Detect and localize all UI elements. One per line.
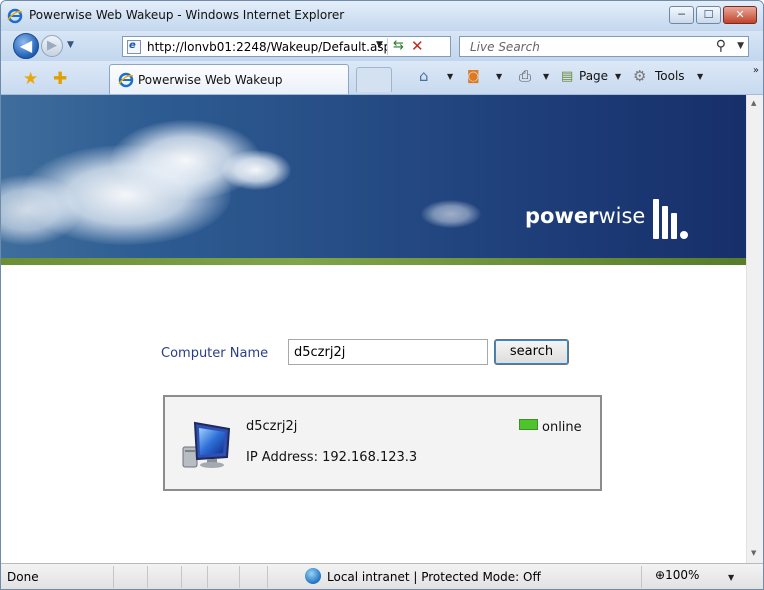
maximize-button[interactable]: ☐ bbox=[696, 6, 721, 24]
feeds-dropdown-icon[interactable]: ▼ bbox=[496, 72, 502, 81]
search-input[interactable]: Live Search bbox=[470, 40, 540, 54]
tab-title: Powerwise Web Wakeup bbox=[138, 73, 283, 87]
address-separator bbox=[387, 38, 388, 55]
result-ip-address: IP Address: 192.168.123.3 bbox=[246, 450, 418, 465]
powerwise-logo: powerwise bbox=[525, 204, 645, 228]
stop-icon[interactable]: ✕ bbox=[411, 37, 424, 55]
page-menu-icon: ▤ bbox=[561, 69, 574, 84]
computer-result-card: d5czrj2j IP Address: 192.168.123.3 onlin… bbox=[163, 395, 602, 491]
tools-menu[interactable]: Tools bbox=[655, 69, 685, 83]
forward-button[interactable]: ▶ bbox=[41, 35, 63, 57]
logo-text-rest: wise bbox=[598, 204, 646, 228]
browser-window: Powerwise Web Wakeup - Windows Internet … bbox=[0, 0, 764, 590]
search-options-dropdown-icon[interactable]: ▼ bbox=[737, 41, 744, 51]
tab-ie-icon bbox=[118, 72, 134, 88]
vertical-scrollbar[interactable]: ▲ ▼ bbox=[746, 95, 763, 563]
banner-grass-strip bbox=[1, 258, 746, 265]
scroll-down-icon[interactable]: ▼ bbox=[751, 549, 756, 557]
cloud-shape bbox=[421, 200, 481, 228]
computer-name-label: Computer Name bbox=[161, 346, 269, 361]
status-separator bbox=[147, 566, 148, 588]
home-icon[interactable]: ⌂ bbox=[419, 67, 429, 85]
computer-icon bbox=[182, 421, 231, 468]
favorites-center-icon[interactable]: ★ bbox=[23, 69, 38, 89]
address-dropdown-icon[interactable]: ▼ bbox=[376, 40, 383, 50]
address-bar[interactable]: e http://lonvb01:2248/Wakeup/Default.asp… bbox=[122, 36, 451, 57]
back-arrow-icon: ◀ bbox=[19, 36, 33, 55]
ie-logo-icon bbox=[7, 8, 23, 24]
recent-pages-dropdown-icon[interactable]: ▼ bbox=[67, 40, 74, 50]
navigation-bar: ◀ ▶ ▼ e http://lonvb01:2248/Wakeup/Defau… bbox=[1, 31, 763, 61]
feeds-icon[interactable]: ◙ bbox=[467, 69, 480, 84]
print-dropdown-icon[interactable]: ▼ bbox=[543, 72, 549, 81]
logo-text-bold: power bbox=[525, 204, 599, 228]
new-tab-button[interactable] bbox=[356, 67, 392, 92]
search-icon[interactable]: ⚲ bbox=[716, 38, 726, 54]
status-text-left: Done bbox=[7, 570, 39, 584]
status-separator bbox=[181, 566, 182, 588]
online-indicator-icon bbox=[519, 419, 538, 430]
status-separator bbox=[267, 566, 268, 588]
title-bar: Powerwise Web Wakeup - Windows Internet … bbox=[1, 1, 763, 31]
tab-powerwise[interactable]: Powerwise Web Wakeup bbox=[109, 64, 349, 94]
back-button[interactable]: ◀ bbox=[13, 33, 39, 59]
close-button[interactable]: ✕ bbox=[723, 6, 757, 24]
banner-image: powerwise bbox=[1, 95, 746, 260]
more-chevron-icon[interactable]: » bbox=[753, 65, 759, 76]
zoom-dropdown-icon[interactable]: ▼ bbox=[728, 573, 734, 582]
security-zone[interactable]: Local intranet | Protected Mode: Off bbox=[327, 570, 541, 584]
scroll-up-icon[interactable]: ▲ bbox=[751, 99, 756, 107]
address-input[interactable]: http://lonvb01:2248/Wakeup/Default.aspx bbox=[147, 40, 387, 54]
minimize-icon: ─ bbox=[678, 8, 685, 21]
zoom-value: 100% bbox=[665, 568, 700, 582]
close-icon: ✕ bbox=[735, 8, 745, 21]
maximize-icon: ☐ bbox=[703, 8, 714, 21]
cloud-shape bbox=[221, 150, 291, 190]
forward-arrow-icon: ▶ bbox=[47, 38, 57, 53]
tools-gear-icon: ⚙ bbox=[633, 67, 647, 85]
status-badge: online bbox=[519, 419, 582, 435]
intranet-globe-icon bbox=[305, 568, 321, 584]
status-separator bbox=[207, 566, 208, 588]
command-bar: ★ ✚ Powerwise Web Wakeup ⌂ ▼ ◙ ▼ ⎙ ▼ ▤ P… bbox=[1, 61, 763, 95]
computer-name-input[interactable] bbox=[288, 339, 488, 365]
tools-dropdown-icon[interactable]: ▼ bbox=[697, 72, 703, 81]
status-separator bbox=[113, 566, 114, 588]
status-bar: Done Local intranet | Protected Mode: Of… bbox=[1, 563, 763, 589]
home-dropdown-icon[interactable]: ▼ bbox=[447, 72, 453, 81]
status-separator bbox=[641, 566, 642, 588]
status-separator bbox=[239, 566, 240, 588]
search-box[interactable]: Live Search ⚲ ▼ bbox=[459, 36, 749, 57]
page-icon: e bbox=[127, 40, 141, 54]
result-computer-name: d5czrj2j bbox=[246, 419, 298, 434]
add-favorites-icon[interactable]: ✚ bbox=[53, 69, 67, 89]
page-dropdown-icon[interactable]: ▼ bbox=[615, 72, 621, 81]
search-button[interactable]: search bbox=[494, 339, 569, 365]
page-content: powerwise Computer Name search d5czrj bbox=[1, 95, 746, 563]
window-title: Powerwise Web Wakeup - Windows Internet … bbox=[29, 8, 345, 22]
minimize-button[interactable]: ─ bbox=[669, 6, 694, 24]
print-icon[interactable]: ⎙ bbox=[519, 67, 531, 85]
zoom-level[interactable]: ⊕100% bbox=[655, 568, 699, 582]
refresh-icon[interactable]: ⇆ bbox=[393, 38, 404, 53]
zoom-magnifier-icon: ⊕ bbox=[655, 568, 666, 582]
page-menu[interactable]: Page bbox=[579, 69, 608, 83]
status-text: online bbox=[542, 420, 582, 435]
